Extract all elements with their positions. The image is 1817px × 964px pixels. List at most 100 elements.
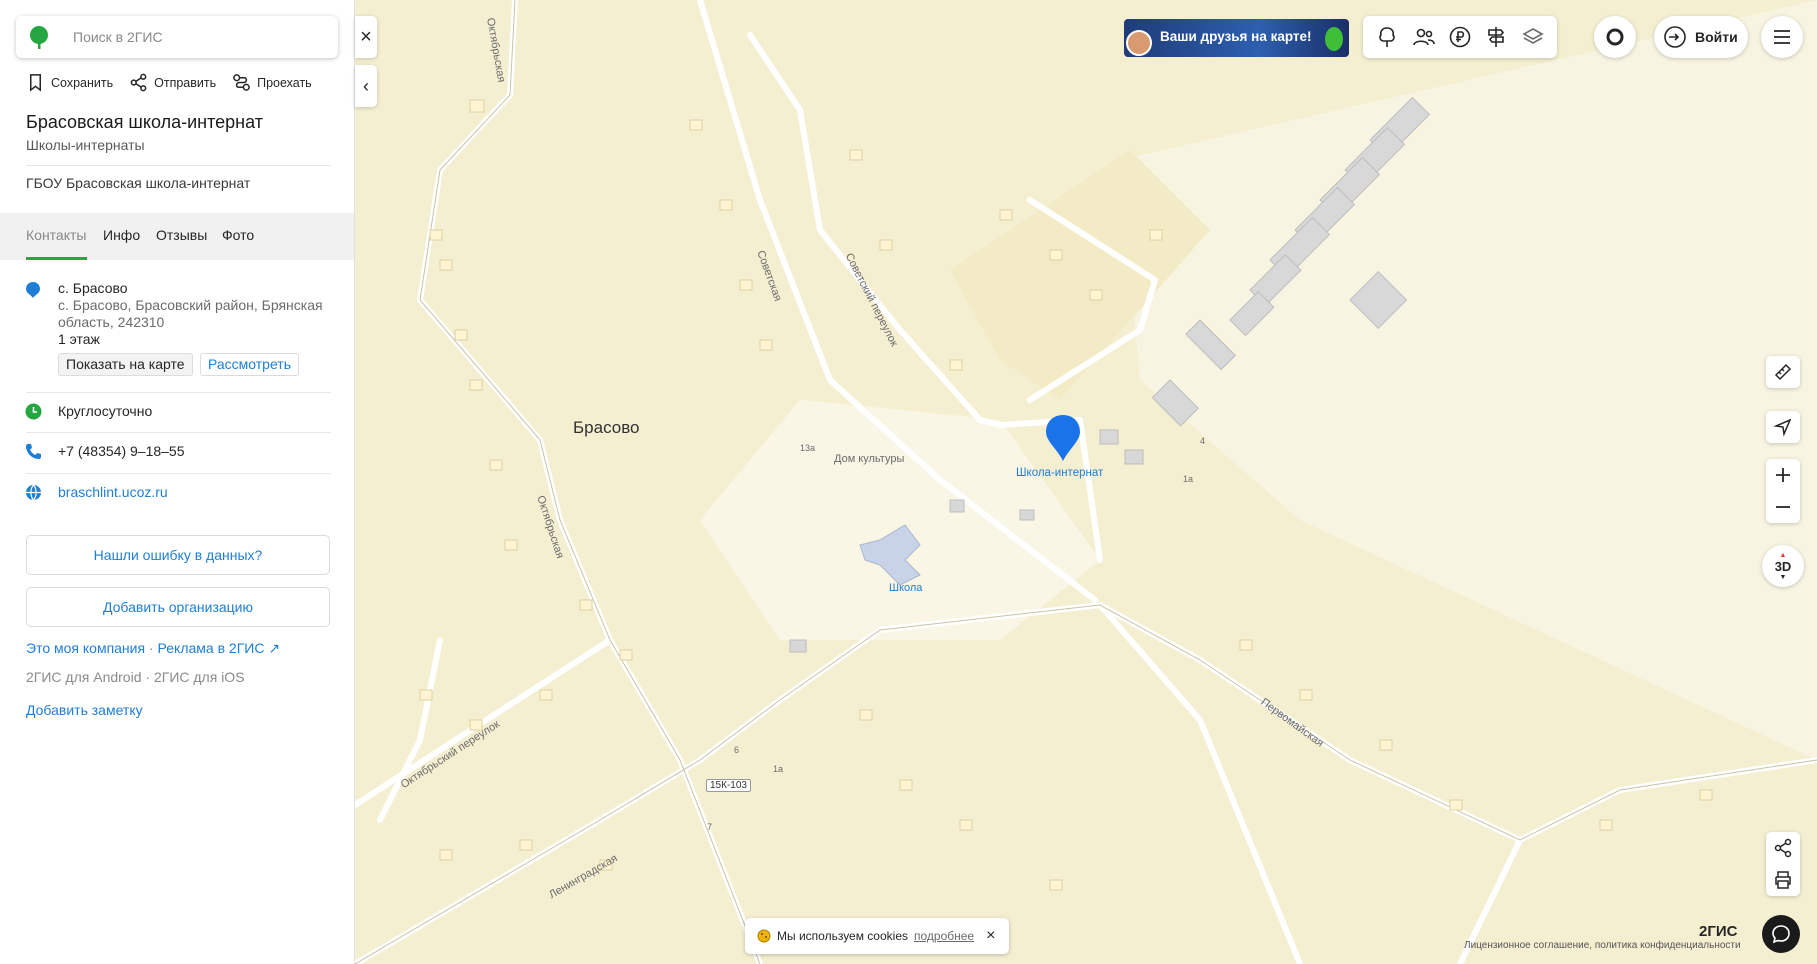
park-layer-button[interactable]: [1372, 22, 1402, 52]
login-icon: [1664, 26, 1686, 48]
account-ring-button[interactable]: [1594, 16, 1636, 58]
divider: [26, 473, 331, 474]
add-note-link[interactable]: Добавить заметку: [26, 702, 143, 718]
promo-text: Ваши друзья на карте!: [1160, 29, 1312, 44]
search-box[interactable]: Поиск в 2ГИС: [16, 16, 338, 58]
prices-layer-button[interactable]: [1445, 22, 1475, 52]
tab-reviews[interactable]: Отзывы: [156, 227, 207, 243]
ios-app-link[interactable]: 2ГИС для iOS: [154, 669, 245, 685]
route-label: Проехать: [257, 75, 312, 90]
ruler-button[interactable]: [1766, 356, 1800, 388]
share-map-button[interactable]: [1766, 832, 1800, 864]
phone-number[interactable]: +7 (48354) 9–18–55: [58, 443, 185, 459]
friends-layer-button[interactable]: [1409, 22, 1439, 52]
friends-promo-banner[interactable]: Ваши друзья на карте!: [1124, 19, 1349, 57]
ads-link[interactable]: Реклама в 2ГИС ↗: [158, 640, 281, 656]
route-button[interactable]: Проехать: [232, 73, 312, 92]
divider: [26, 165, 331, 166]
org-category[interactable]: Школы-интернаты: [26, 137, 145, 153]
my-company-link[interactable]: Это моя компания: [26, 640, 145, 656]
address-full: с. Брасово, Брасовский район, Брянская о…: [58, 297, 323, 330]
zoom-in-button[interactable]: [1766, 459, 1800, 491]
place-card-panel: Поиск в 2ГИС Сохранить Отправить Проехат…: [0, 0, 355, 964]
hours-text: Круглосуточно: [58, 403, 153, 419]
house-number: 13а: [800, 443, 816, 453]
org-legal-name: ГБОУ Брасовская школа-интернат: [26, 175, 251, 191]
plus-icon: [1776, 468, 1790, 482]
signpost-icon: [1488, 27, 1505, 47]
layers-button[interactable]: [1518, 22, 1548, 52]
map-city-label: Брасово: [573, 418, 640, 437]
collapse-panel-button[interactable]: ‹: [355, 65, 377, 107]
android-app-link[interactable]: 2ГИС для Android: [26, 669, 142, 685]
website-link[interactable]: braschlint.ucoz.ru: [58, 484, 168, 500]
org-name: Брасовская школа-интернат: [26, 112, 263, 132]
login-label: Войти: [1695, 29, 1738, 45]
close-panel-button[interactable]: ×: [355, 16, 377, 58]
cookie-icon: [757, 929, 771, 943]
signs-layer-button[interactable]: [1481, 22, 1511, 52]
compass-north-icon: ▲: [1779, 551, 1787, 559]
poi-school-label[interactable]: Школа: [889, 582, 922, 594]
tree-icon: [1379, 27, 1395, 47]
hamburger-icon: [1774, 30, 1790, 44]
green-pin-icon: [1325, 27, 1343, 51]
ruler-control: [1766, 356, 1800, 388]
active-tab-indicator: [26, 257, 87, 260]
divider: [26, 432, 331, 433]
chat-button[interactable]: [1762, 915, 1800, 953]
cookie-text: Мы используем cookies: [777, 929, 908, 943]
phone-icon: [26, 444, 41, 459]
share-icon: [130, 73, 147, 92]
cookie-close-icon[interactable]: ×: [986, 927, 995, 945]
app-links-row: 2ГИС для Android · 2ГИС для iOS: [26, 669, 245, 685]
report-error-button[interactable]: Нашли ошибку в данных?: [26, 535, 330, 575]
house-number: 4: [1200, 436, 1206, 446]
my-location-button[interactable]: [1766, 411, 1800, 443]
3d-toggle-button[interactable]: ▲ 3D ▼: [1762, 545, 1804, 587]
print-button[interactable]: [1766, 864, 1800, 896]
tab-contacts[interactable]: Контакты: [26, 227, 86, 243]
close-icon: ×: [360, 25, 372, 48]
selected-pin[interactable]: [1045, 413, 1081, 463]
license-text[interactable]: Лицензионное соглашение, политика конфид…: [1464, 940, 1741, 951]
2gis-logo-icon: [30, 26, 48, 49]
view-button[interactable]: Рассмотреть: [200, 353, 299, 376]
floor-info: 1 этаж: [58, 331, 100, 347]
add-organization-button[interactable]: Добавить организацию: [26, 587, 330, 627]
tab-photo[interactable]: Фото: [222, 227, 254, 243]
divider: [26, 392, 331, 393]
people-icon: [1412, 28, 1435, 46]
house-number: 1а: [773, 764, 784, 774]
layers-toolbar: [1363, 16, 1557, 58]
tab-info[interactable]: Инфо: [103, 227, 140, 243]
share-icon: [1774, 838, 1792, 858]
house-number: 1а: [1183, 474, 1194, 484]
navigation-arrow-icon: [1773, 418, 1792, 437]
pin-label[interactable]: Школа-интернат: [1016, 467, 1103, 479]
zoom-control: [1766, 459, 1800, 523]
route-icon: [233, 74, 250, 91]
share-label: Отправить: [154, 75, 217, 90]
menu-button[interactable]: [1761, 16, 1803, 58]
save-button[interactable]: Сохранить: [26, 73, 113, 92]
show-on-map-button[interactable]: Показать на карте: [58, 353, 193, 376]
footer-links-row: Это моя компания · Реклама в 2ГИС ↗: [26, 640, 280, 657]
minus-icon: [1776, 506, 1790, 508]
location-pin-icon: [26, 282, 40, 298]
action-row: Сохранить Отправить Проехать: [26, 73, 312, 92]
share-button[interactable]: Отправить: [129, 73, 216, 92]
cookie-banner: Мы используем cookies подробнее ×: [745, 918, 1009, 954]
tab-bar: Контакты Инфо Отзывы Фото: [0, 213, 354, 260]
share-print-control: [1766, 832, 1800, 896]
zoom-out-button[interactable]: [1766, 491, 1800, 523]
login-button[interactable]: Войти: [1654, 16, 1748, 58]
search-input[interactable]: Поиск в 2ГИС: [73, 29, 163, 45]
avatar: [1126, 30, 1152, 56]
house-number: 6: [734, 745, 740, 755]
poi-culture-label[interactable]: Дом культуры: [834, 453, 904, 465]
brand-logo[interactable]: 2ГИС: [1699, 923, 1737, 940]
bookmark-icon: [29, 74, 42, 92]
road-badge: 15К-103: [706, 779, 751, 792]
cookie-more-link[interactable]: подробнее: [914, 929, 974, 943]
